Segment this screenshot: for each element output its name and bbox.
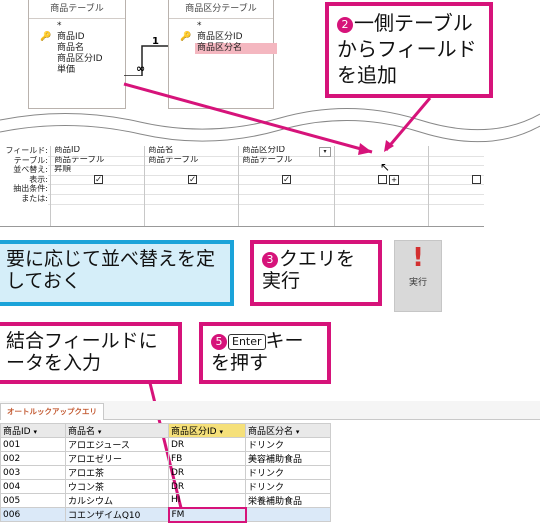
cell[interactable]: アロエジュース xyxy=(65,437,169,452)
sort-arrow-icon[interactable]: ▾ xyxy=(33,428,37,436)
cell[interactable]: DR xyxy=(168,437,246,452)
step-number-badge: 5 xyxy=(211,334,227,350)
table-row[interactable]: 003 アロエ茶 DR ドリンク xyxy=(0,465,331,480)
cell[interactable]: ドリンク xyxy=(245,479,331,494)
column-header[interactable]: 商品名 ▾ xyxy=(65,423,169,438)
cell[interactable]: 美容補助食品 xyxy=(245,451,331,466)
cell[interactable] xyxy=(245,507,331,522)
tab-strip: オートルックアップクエリ xyxy=(0,401,540,420)
cell[interactable]: 001 xyxy=(0,437,66,452)
cell[interactable]: 栄養補助食品 xyxy=(245,493,331,508)
cell[interactable]: FB xyxy=(168,451,246,466)
enter-key-icon: Enter xyxy=(228,334,266,350)
run-button-label: 実行 xyxy=(408,278,427,288)
datasheet-table[interactable]: 商品ID ▾ 商品名 ▾ 商品区分ID ▾ 商品区分名 ▾ 001 アロエジュース… xyxy=(0,423,331,523)
column-header[interactable]: 商品区分名 ▾ xyxy=(245,423,331,438)
cell[interactable]: コエンザイムQ10 xyxy=(65,507,169,522)
cell[interactable]: ドリンク xyxy=(245,465,331,480)
table-row[interactable]: 002 アロエゼリー FB 美容補助食品 xyxy=(0,451,331,466)
table-row[interactable]: 001 アロエジュース DR ドリンク xyxy=(0,437,331,452)
column-header[interactable]: 商品ID ▾ xyxy=(0,423,66,438)
sort-arrow-icon[interactable]: ▾ xyxy=(296,428,300,436)
callout-step-3: 3 クエリを実行 xyxy=(250,240,382,306)
step-number-badge: 3 xyxy=(262,252,278,268)
cell[interactable]: アロエゼリー xyxy=(65,451,169,466)
cell[interactable]: ウコン茶 xyxy=(65,479,169,494)
cell[interactable]: HI xyxy=(168,493,246,508)
table-row[interactable]: 004 ウコン茶 DR ドリンク xyxy=(0,479,331,494)
sort-arrow-icon[interactable]: ▾ xyxy=(219,428,223,436)
callout-text: 結合フィールドにータを入力 xyxy=(6,330,158,374)
cell-input-highlight[interactable]: FM xyxy=(167,506,247,523)
cell[interactable]: 006 xyxy=(0,507,66,522)
cell[interactable]: DR xyxy=(168,465,246,480)
cell[interactable]: 004 xyxy=(0,479,66,494)
callout-text: 要に応じて並べ替えを定しておく xyxy=(6,248,216,292)
cell[interactable]: 005 xyxy=(0,493,66,508)
table-row-new[interactable]: 006 コエンザイムQ10 FM xyxy=(0,506,331,523)
exclamation-icon: ! xyxy=(412,243,424,273)
cell[interactable]: 002 xyxy=(0,451,66,466)
column-header[interactable]: 商品区分ID ▾ xyxy=(168,423,246,438)
cell[interactable]: カルシウム xyxy=(65,493,169,508)
table-row[interactable]: 005 カルシウム HI 栄養補助食品 xyxy=(0,493,331,508)
datasheet-view[interactable]: オートルックアップクエリ 商品ID ▾ 商品名 ▾ 商品区分ID ▾ 商品区分名… xyxy=(0,401,540,523)
cell[interactable]: 003 xyxy=(0,465,66,480)
callout-step-4: 結合フィールドにータを入力 xyxy=(0,322,182,384)
cell[interactable]: ドリンク xyxy=(245,437,331,452)
cell[interactable]: アロエ茶 xyxy=(65,465,169,480)
callout-step-5: 5 Enter キーを押す xyxy=(199,322,331,384)
cell[interactable]: DR xyxy=(168,479,246,494)
run-button[interactable]: ! 実行 xyxy=(394,240,442,312)
callout-sort: 要に応じて並べ替えを定しておく xyxy=(0,240,234,306)
tab-query[interactable]: オートルックアップクエリ xyxy=(0,403,104,420)
sort-arrow-icon[interactable]: ▾ xyxy=(98,428,102,436)
